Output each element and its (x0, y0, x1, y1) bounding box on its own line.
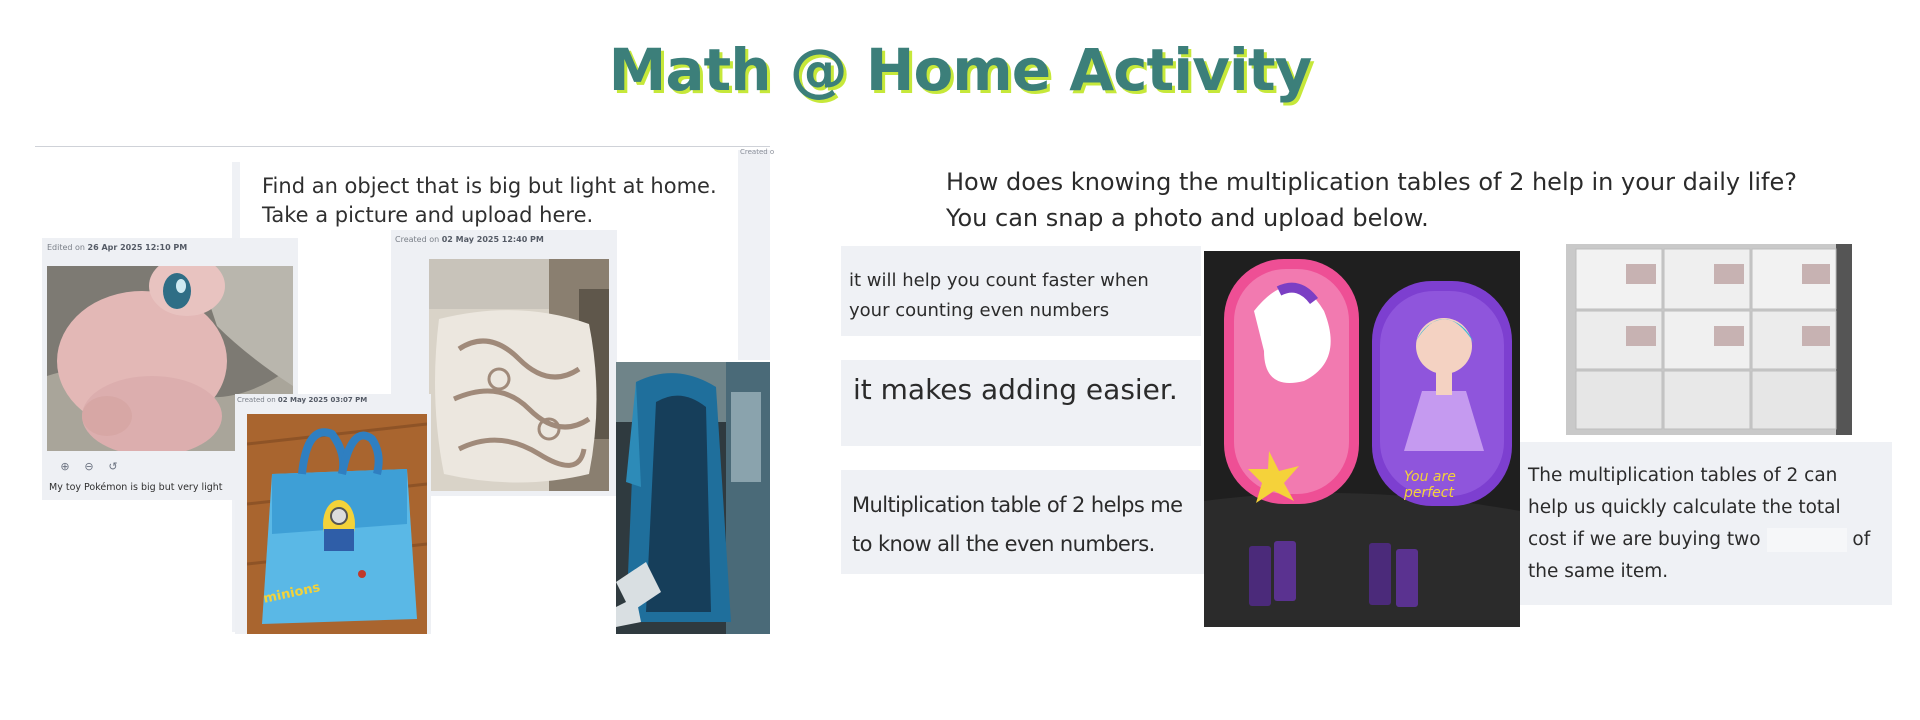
zoom-out-icon[interactable]: ⊖ (82, 460, 96, 474)
card-meta: Edited on 26 Apr 2025 12:10 PM (47, 243, 188, 252)
answer-card[interactable]: it makes adding easier. (841, 360, 1201, 446)
case-label: You are perfect (1404, 469, 1456, 501)
column-strip-right (738, 150, 770, 360)
board-top-divider (35, 146, 770, 147)
left-prompt-line1: Find an object that is big but light at … (262, 174, 717, 198)
card-caption: My toy Pokémon is big but very light (49, 482, 223, 493)
answer-card[interactable]: Multiplication table of 2 helps me to kn… (841, 470, 1208, 574)
bag-photo[interactable]: minions (247, 414, 427, 634)
pencil-cases-photo[interactable]: You are perfect (1204, 251, 1520, 627)
answer-text: it makes adding easier. (853, 373, 1178, 406)
right-prompt-line1: How does knowing the multiplication tabl… (946, 168, 1797, 196)
page-title: Math @ Home Activity (608, 36, 1313, 104)
answer-card[interactable]: it will help you count faster when your … (841, 246, 1201, 336)
raincoat-photo[interactable] (616, 362, 770, 634)
card-meta: Created on 02 May 2025 03:07 PM (237, 396, 368, 404)
answer-text: it will help you count faster when your … (849, 270, 1149, 321)
right-prompt-line2: You can snap a photo and upload below. (946, 204, 1429, 232)
blurred-word (1766, 528, 1847, 552)
tissue-boxes-photo[interactable] (1566, 244, 1852, 435)
right-prompt: How does knowing the multiplication tabl… (946, 164, 1797, 236)
card-meta: Created on 02 May 2025 12:40 PM (395, 235, 544, 244)
cushion-photo[interactable] (429, 259, 609, 491)
zoom-in-icon[interactable]: ⊕ (58, 460, 72, 474)
left-prompt: Find an object that is big but light at … (262, 172, 717, 230)
answer-card[interactable]: The multiplication tables of 2 can help … (1520, 442, 1892, 605)
answer-text: Multiplication table of 2 helps me to kn… (852, 493, 1183, 556)
reset-icon[interactable]: ↺ (106, 460, 120, 474)
card-meta-truncated: Created o (740, 148, 775, 156)
left-prompt-line2: Take a picture and upload here. (262, 203, 594, 227)
post-card-bag[interactable]: Created on 02 May 2025 03:07 PM minions (235, 394, 431, 634)
